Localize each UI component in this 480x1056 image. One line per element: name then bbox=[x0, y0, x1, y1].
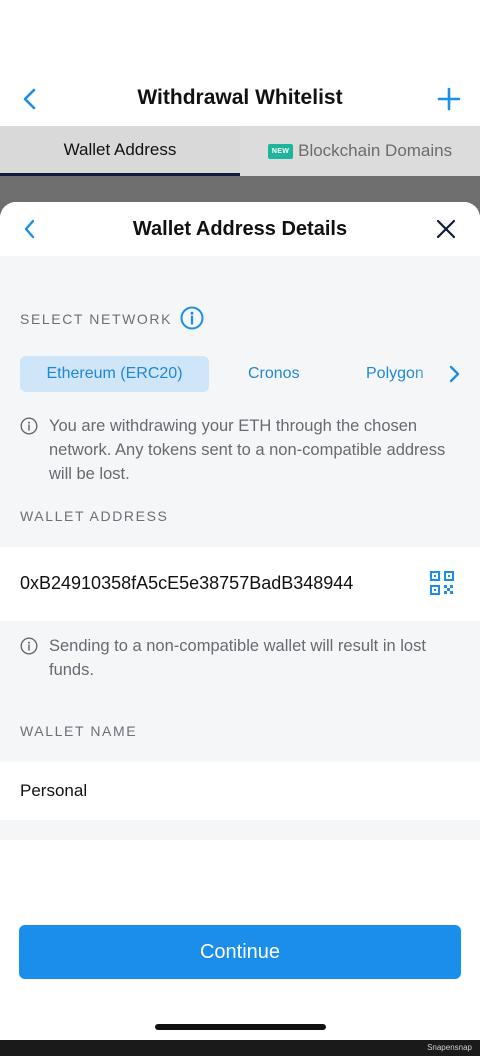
wallet-address-field[interactable]: 0xB24910358fA5cE5e38757BadB348944 bbox=[0, 547, 480, 621]
wallet-warning-text: Sending to a non-compatible wallet will … bbox=[49, 637, 426, 679]
select-network-label: SELECT NETWORK bbox=[20, 311, 173, 327]
tab-bar: Wallet Address NEW Blockchain Domains bbox=[0, 126, 480, 176]
tab-blockchain-domains[interactable]: NEW Blockchain Domains bbox=[240, 126, 480, 176]
new-badge: NEW bbox=[267, 143, 294, 159]
footer-bar: Snapensnap bbox=[0, 1040, 480, 1056]
wallet-name-label: WALLET NAME bbox=[20, 723, 138, 739]
page-title: Withdrawal Whitelist bbox=[137, 86, 343, 109]
network-chip-ethereum[interactable]: Ethereum (ERC20) bbox=[20, 356, 209, 392]
chevron-right-icon[interactable] bbox=[447, 364, 461, 384]
plus-icon[interactable] bbox=[436, 86, 462, 112]
sheet-header: Wallet Address Details bbox=[0, 202, 480, 256]
top-nav: Withdrawal Whitelist bbox=[0, 0, 480, 126]
network-warning-text: You are withdrawing your ETH through the… bbox=[49, 417, 446, 483]
wallet-name-input[interactable]: Personal bbox=[20, 781, 87, 801]
tab-label: Wallet Address bbox=[63, 139, 177, 159]
tab-wallet-address[interactable]: Wallet Address bbox=[0, 126, 240, 176]
network-warning: You are withdrawing your ETH through the… bbox=[20, 414, 460, 486]
network-selector: Ethereum (ERC20) Cronos Polygon bbox=[20, 356, 480, 394]
wallet-warning: Sending to a non-compatible wallet will … bbox=[20, 634, 460, 682]
wallet-name-field[interactable]: Personal bbox=[0, 762, 480, 820]
continue-button[interactable]: Continue bbox=[19, 925, 461, 979]
chip-fade bbox=[412, 356, 452, 392]
info-icon bbox=[20, 637, 38, 655]
wallet-address-label: WALLET ADDRESS bbox=[20, 508, 169, 524]
qr-code-icon[interactable] bbox=[430, 571, 454, 595]
info-icon bbox=[20, 417, 38, 435]
wallet-address-input[interactable]: 0xB24910358fA5cE5e38757BadB348944 bbox=[20, 573, 353, 594]
info-icon[interactable] bbox=[180, 306, 204, 330]
watermark: Snapensnap bbox=[427, 1043, 472, 1052]
sheet-title: Wallet Address Details bbox=[132, 218, 348, 240]
home-indicator bbox=[155, 1024, 326, 1030]
network-chip-cronos[interactable]: Cronos bbox=[248, 356, 300, 392]
wallet-details-sheet: Wallet Address Details SELECT NETWORK Et… bbox=[0, 202, 480, 1040]
close-icon[interactable] bbox=[436, 219, 456, 239]
tab-label: Blockchain Domains bbox=[298, 141, 453, 160]
